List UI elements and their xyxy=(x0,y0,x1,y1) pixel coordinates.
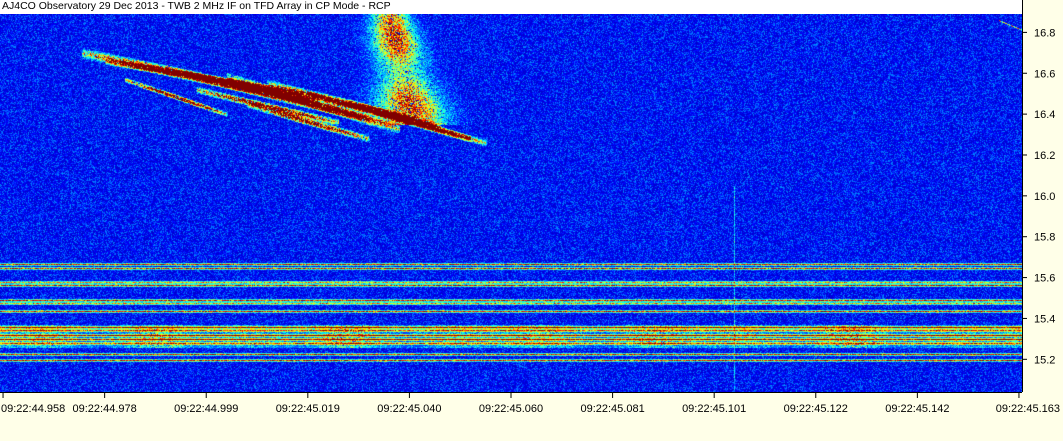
x-tick-label: 09:22:45.060 xyxy=(479,403,543,415)
x-tick-label: 09:22:45.081 xyxy=(580,403,644,415)
chart-axes: 16.8 16.6 16.4 16.2 16.0 15.8 15.6 15.4 15.2 09:2… xyxy=(0,0,1060,415)
y-tick-label: 16.6 xyxy=(1034,68,1055,80)
dynamic-spectrum-window: AJ4CO Observatory 29 Dec 2013 - TWB 2 MH… xyxy=(0,0,1063,441)
x-tick-label: 09:22:44.958 xyxy=(1,403,65,415)
y-tick-label: 16.2 xyxy=(1034,150,1055,162)
x-tick-label: 09:22:44.999 xyxy=(174,403,238,415)
x-tick-label: 09:22:45.019 xyxy=(276,403,340,415)
x-tick-label: 09:22:45.122 xyxy=(784,403,848,415)
x-tick-label: 09:22:44.978 xyxy=(73,403,137,415)
y-tick-label: 16.8 xyxy=(1034,27,1055,39)
y-tick-label: 16.4 xyxy=(1034,109,1055,121)
y-tick-label: 15.6 xyxy=(1034,273,1055,285)
x-tick-label: 09:22:45.142 xyxy=(885,403,949,415)
x-tick-label: 09:22:45.040 xyxy=(377,403,441,415)
x-tick-label: 09:22:45.101 xyxy=(682,403,746,415)
y-tick-label: 15.4 xyxy=(1034,313,1055,325)
y-tick-label: 15.8 xyxy=(1034,232,1055,244)
y-tick-label: 16.0 xyxy=(1034,191,1055,203)
y-tick-label: 15.2 xyxy=(1034,354,1055,366)
x-tick-label: 09:22:45.163 xyxy=(996,403,1060,415)
